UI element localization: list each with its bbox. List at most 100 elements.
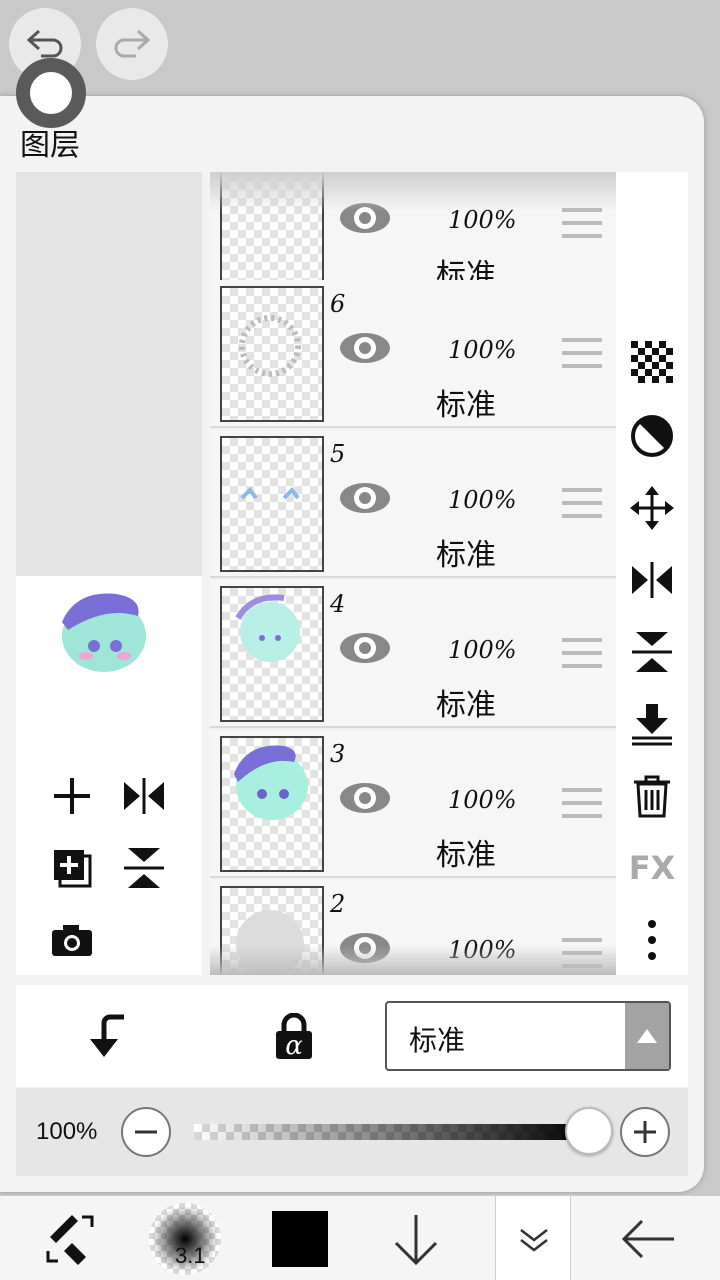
eye-icon[interactable] xyxy=(338,780,392,816)
layer-opacity: 100% xyxy=(448,636,517,664)
layer-row[interactable]: 5 100% 标准 xyxy=(210,430,616,578)
layer-thumbnail xyxy=(220,436,324,572)
flip-vertical-button[interactable] xyxy=(116,840,172,896)
layer-blend-mode: 标准 xyxy=(436,688,496,723)
minus-icon xyxy=(135,1130,157,1134)
duplicate-layer-button[interactable] xyxy=(44,840,100,896)
transparency-button[interactable] xyxy=(626,336,678,388)
flip-horizontal-icon xyxy=(632,562,672,598)
layer-list[interactable]: 100% 标准 6 100% 标准 5 100% 标准 4 100% 标准 3 … xyxy=(210,172,616,975)
layer-thumbnail xyxy=(220,172,324,292)
layer-opacity: 100% xyxy=(448,936,517,964)
blend-mode-value: 标准 xyxy=(409,1024,466,1057)
layer-blend-mode: 标准 xyxy=(436,538,496,573)
drag-handle-icon[interactable] xyxy=(562,786,602,820)
blend-mode-select[interactable]: 标准 xyxy=(385,1001,671,1071)
layer-row[interactable]: 3 100% 标准 xyxy=(210,730,616,878)
layer-tools-pane: FX xyxy=(616,172,688,975)
brush-size-button[interactable]: 3.1 xyxy=(145,1196,225,1280)
drag-handle-icon[interactable] xyxy=(562,636,602,670)
preview-thumbnail xyxy=(62,593,146,672)
drag-handle-icon[interactable] xyxy=(562,336,602,370)
collapse-panel-button[interactable] xyxy=(495,1196,571,1280)
redo-button[interactable] xyxy=(96,8,168,80)
plus-icon xyxy=(634,1121,656,1143)
layer-number: 4 xyxy=(330,590,346,618)
drag-handle-icon[interactable] xyxy=(562,206,602,240)
undo-icon xyxy=(26,29,63,58)
flip-horizontal-button-right[interactable] xyxy=(626,554,678,606)
bottom-toolbar: 3.1 xyxy=(0,1195,720,1280)
layer-row[interactable]: 4 100% 标准 xyxy=(210,580,616,728)
flip-horizontal-icon xyxy=(124,778,164,814)
fx-button[interactable]: FX xyxy=(626,842,678,894)
opacity-decrease-button[interactable] xyxy=(121,1107,171,1157)
brush-size-value: 3.1 xyxy=(175,1242,206,1268)
layer-number: 6 xyxy=(330,290,346,318)
flip-vertical-icon xyxy=(124,848,164,888)
tool-swap-icon xyxy=(46,1214,94,1265)
layer-opacity: 100% xyxy=(448,336,517,364)
panel-drag-ring[interactable] xyxy=(16,58,86,128)
move-icon xyxy=(630,486,674,530)
clipping-button[interactable] xyxy=(80,1008,136,1064)
eye-icon[interactable] xyxy=(338,930,392,966)
duplicate-icon xyxy=(54,850,92,888)
color-swatch xyxy=(272,1210,328,1267)
contrast-button[interactable] xyxy=(626,410,678,462)
add-layer-button[interactable] xyxy=(44,768,100,824)
layer-row[interactable]: 2 100% 标准 xyxy=(210,880,616,975)
layer-thumbnail xyxy=(220,286,324,422)
layer-number: 5 xyxy=(330,440,346,468)
brush-preview: 3.1 xyxy=(149,1202,221,1275)
tool-swap-button[interactable] xyxy=(30,1196,110,1280)
chevron-up-icon xyxy=(625,1003,669,1069)
layer-opacity: 100% xyxy=(448,486,517,514)
chevron-double-down-icon xyxy=(520,1228,548,1252)
arrow-down-icon xyxy=(394,1214,438,1265)
eye-icon[interactable] xyxy=(338,480,392,516)
drag-handle-icon[interactable] xyxy=(562,936,602,970)
color-button[interactable] xyxy=(260,1196,340,1280)
merge-down-icon xyxy=(632,704,672,746)
opacity-slider[interactable] xyxy=(194,1124,588,1140)
layer-number: 3 xyxy=(330,740,346,768)
clip-icon xyxy=(90,1014,124,1057)
layer-thumbnail xyxy=(220,886,324,975)
flip-vertical-icon xyxy=(632,632,672,672)
layer-down-button[interactable] xyxy=(376,1196,456,1280)
camera-icon xyxy=(52,925,92,956)
add-icon xyxy=(54,778,90,814)
layer-thumbnail xyxy=(220,586,324,722)
redo-icon xyxy=(114,29,151,58)
drag-handle-icon[interactable] xyxy=(562,486,602,520)
svg-text:α: α xyxy=(285,1031,303,1059)
back-button[interactable] xyxy=(606,1196,690,1280)
layer-number: 2 xyxy=(330,890,346,918)
layer-opacity: 100% xyxy=(448,786,517,814)
back-arrow-icon xyxy=(621,1219,674,1258)
more-icon xyxy=(648,920,656,960)
contrast-icon xyxy=(631,415,673,457)
layer-row[interactable]: 6 100% 标准 xyxy=(210,280,616,428)
eye-icon[interactable] xyxy=(338,630,392,666)
opacity-increase-button[interactable] xyxy=(620,1107,670,1157)
layer-thumbnail xyxy=(220,736,324,872)
checker-icon xyxy=(631,341,673,383)
move-button[interactable] xyxy=(626,482,678,534)
eye-icon[interactable] xyxy=(338,330,392,366)
delete-layer-button[interactable] xyxy=(626,770,678,822)
opacity-label: 100% xyxy=(36,1118,98,1145)
panel-title: 图层 xyxy=(20,128,80,163)
camera-button[interactable] xyxy=(44,912,100,968)
flip-vertical-button-right[interactable] xyxy=(626,626,678,678)
more-options-button[interactable] xyxy=(626,914,678,966)
layer-blend-mode: 标准 xyxy=(436,838,496,873)
flip-horizontal-button[interactable] xyxy=(116,768,172,824)
trash-icon xyxy=(634,775,670,818)
merge-down-button[interactable] xyxy=(626,698,678,750)
alpha-lock-button[interactable]: α xyxy=(266,1008,322,1064)
eye-icon[interactable] xyxy=(338,200,392,236)
opacity-slider-knob[interactable] xyxy=(565,1107,613,1155)
layer-blend-mode: 标准 xyxy=(436,388,496,423)
